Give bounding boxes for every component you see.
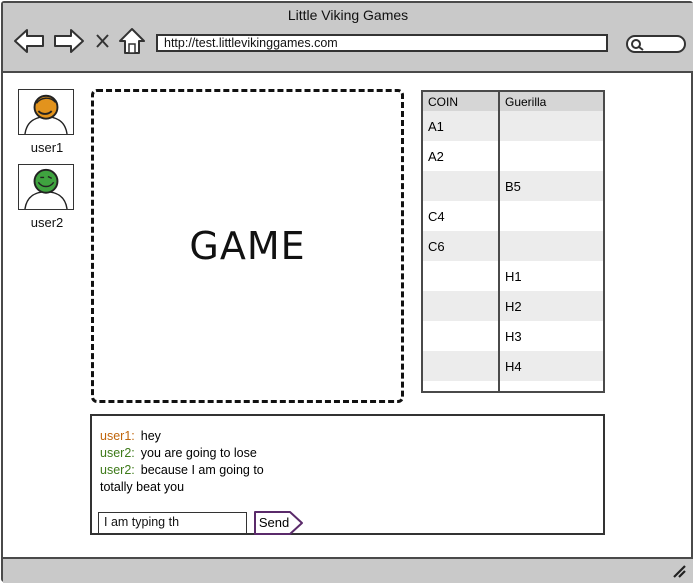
chat-message: user2: you are going to lose bbox=[100, 445, 290, 462]
chat-message-text: you are going to lose bbox=[140, 446, 257, 460]
table-row[interactable]: H1 bbox=[423, 261, 603, 291]
chat-messages: user1: hey user2: you are going to lose us… bbox=[100, 428, 290, 496]
window-title: Little Viking Games bbox=[287, 7, 409, 23]
coin-table: COIN Guerilla A1 A2 B5 C4 C6 H1 H2 H3 H4 bbox=[421, 90, 605, 393]
table-cell bbox=[500, 381, 603, 391]
title-bar: Little Viking Games http://test.littlevi… bbox=[3, 3, 693, 73]
table-cell bbox=[500, 111, 603, 141]
table-cell bbox=[423, 261, 500, 291]
table-row[interactable]: B5 bbox=[423, 171, 603, 201]
send-button[interactable]: Send bbox=[252, 510, 304, 536]
table-cell: C6 bbox=[423, 231, 500, 261]
chat-input[interactable]: I am typing th bbox=[98, 512, 247, 534]
column-header-guerilla[interactable]: Guerilla bbox=[500, 92, 603, 111]
home-icon[interactable] bbox=[117, 27, 147, 55]
game-label: GAME bbox=[189, 224, 306, 268]
table-cell: H2 bbox=[505, 298, 522, 314]
chat-message-user: user2: bbox=[100, 446, 135, 460]
url-input[interactable]: http://test.littlevikinggames.com bbox=[156, 34, 608, 52]
table-row[interactable]: C6 bbox=[423, 231, 603, 261]
back-arrow-icon[interactable] bbox=[13, 27, 45, 55]
chat-message: user1: hey bbox=[100, 428, 290, 445]
table-cell bbox=[500, 141, 603, 171]
table-cell: A1 bbox=[423, 111, 500, 141]
table-cell bbox=[423, 171, 500, 201]
table-row[interactable]: H2 bbox=[423, 291, 603, 321]
table-row[interactable]: H3 bbox=[423, 321, 603, 351]
resize-grip-icon[interactable] bbox=[671, 563, 687, 579]
send-button-label: Send bbox=[258, 515, 290, 530]
chat-message-user: user2: bbox=[100, 463, 135, 477]
table-row bbox=[423, 381, 603, 391]
username: user2 bbox=[30, 215, 64, 230]
column-header-coin[interactable]: COIN bbox=[423, 92, 500, 111]
chat-message-text: hey bbox=[140, 429, 161, 443]
table-cell: H1 bbox=[505, 268, 522, 284]
table-cell bbox=[423, 321, 500, 351]
table-row[interactable]: A2 bbox=[423, 141, 603, 171]
table-cell: A2 bbox=[423, 141, 500, 171]
table-row[interactable]: C4 bbox=[423, 201, 603, 231]
table-cell bbox=[423, 291, 500, 321]
game-canvas[interactable]: GAME bbox=[91, 89, 404, 403]
table-cell: H4 bbox=[505, 358, 522, 374]
forward-arrow-icon[interactable] bbox=[53, 27, 85, 55]
table-cell: C4 bbox=[423, 201, 500, 231]
table-cell bbox=[500, 201, 603, 231]
table-cell bbox=[423, 351, 500, 381]
search-input[interactable] bbox=[625, 34, 687, 54]
table-cell bbox=[500, 231, 603, 261]
table-cell: H3 bbox=[505, 328, 522, 344]
close-icon[interactable] bbox=[93, 27, 113, 55]
status-bar bbox=[3, 557, 693, 583]
table-header-row: COIN Guerilla bbox=[423, 92, 603, 111]
user-card-2[interactable]: user2 bbox=[18, 164, 76, 230]
chat-message-user: user1: bbox=[100, 429, 135, 443]
table-cell: B5 bbox=[505, 178, 521, 194]
table-cell bbox=[423, 381, 500, 391]
avatar[interactable] bbox=[18, 89, 74, 135]
table-row[interactable]: A1 bbox=[423, 111, 603, 141]
username: user1 bbox=[30, 140, 64, 155]
table-row[interactable]: H4 bbox=[423, 351, 603, 381]
chat-message: user2: because I am going to totally beat… bbox=[100, 462, 290, 496]
chat-panel: user1: hey user2: you are going to lose us… bbox=[90, 414, 605, 535]
avatar[interactable] bbox=[18, 164, 74, 210]
user-card-1[interactable]: user1 bbox=[18, 89, 76, 155]
